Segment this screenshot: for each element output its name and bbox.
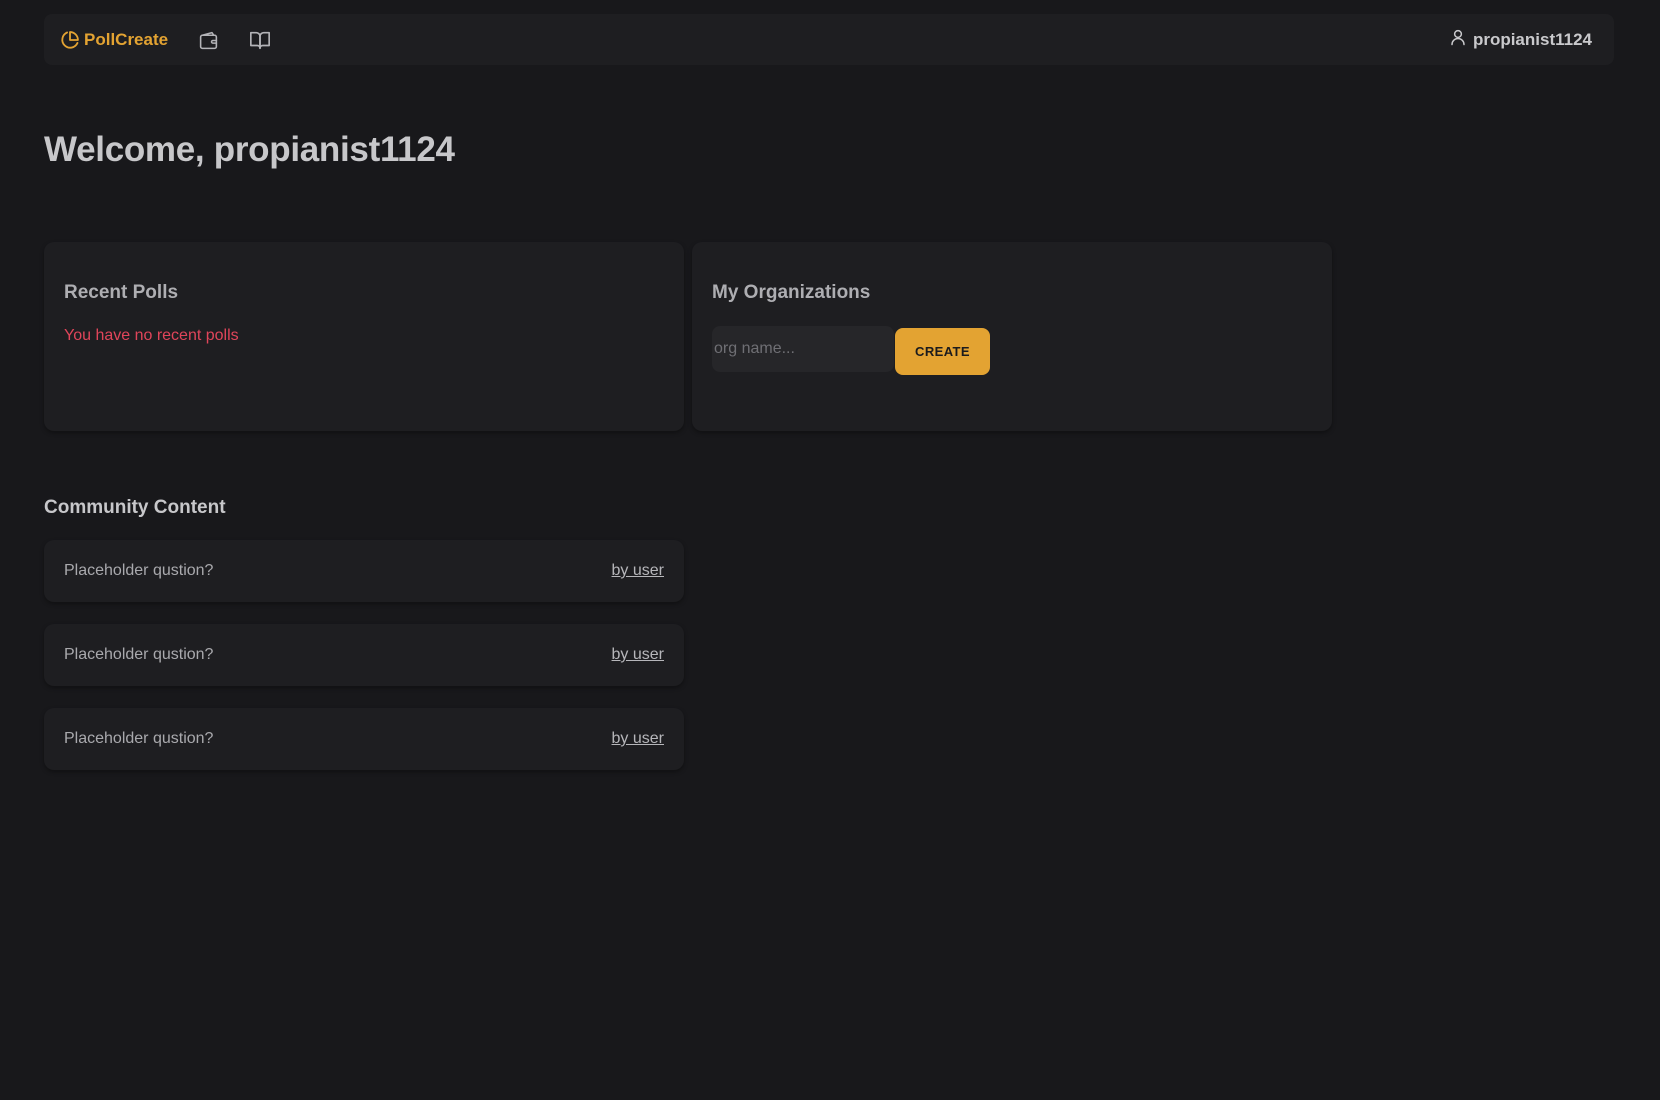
community-item[interactable]: Placeholder qustion? by user	[44, 708, 684, 770]
brand-link[interactable]: PollCreate	[60, 14, 168, 65]
recent-polls-card: Recent Polls You have no recent polls	[44, 242, 684, 431]
community-item[interactable]: Placeholder qustion? by user	[44, 540, 684, 602]
no-recent-polls-message: You have no recent polls	[64, 327, 239, 344]
community-item-author-link[interactable]: by user	[612, 708, 664, 770]
community-item-author-link[interactable]: by user	[612, 540, 664, 602]
community-content-title: Community Content	[44, 497, 226, 518]
top-navbar: PollCreate propianist1124	[44, 14, 1614, 65]
book-open-icon[interactable]	[248, 28, 272, 52]
community-item[interactable]: Placeholder qustion? by user	[44, 624, 684, 686]
my-organizations-title: My Organizations	[712, 282, 871, 303]
community-item-question: Placeholder qustion?	[64, 730, 214, 747]
brand-name: PollCreate	[84, 29, 169, 49]
recent-polls-title: Recent Polls	[64, 282, 179, 303]
org-name-input[interactable]	[712, 326, 894, 372]
username-label: propianist1124	[1472, 29, 1592, 49]
my-organizations-card: My Organizations CREATE	[692, 242, 1332, 431]
user-menu[interactable]: propianist1124	[1449, 14, 1592, 65]
community-item-author-link[interactable]: by user	[612, 624, 664, 686]
pie-chart-icon	[60, 30, 80, 50]
community-content-list: Placeholder qustion? by user Placeholder…	[44, 540, 684, 792]
wallet-icon[interactable]	[196, 28, 220, 52]
community-item-question: Placeholder qustion?	[64, 646, 214, 663]
user-icon	[1449, 28, 1467, 51]
create-organization-button[interactable]: CREATE	[895, 328, 990, 375]
community-item-question: Placeholder qustion?	[64, 562, 214, 579]
welcome-heading: Welcome, propianist1124	[44, 130, 455, 169]
